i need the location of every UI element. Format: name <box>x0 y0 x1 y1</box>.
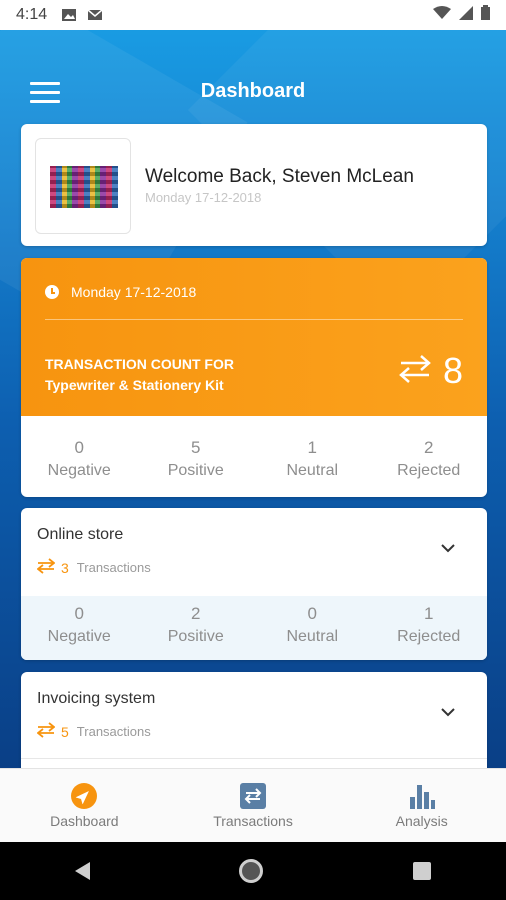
stat-positive: 5 Positive <box>138 438 255 480</box>
transaction-summary-card[interactable]: Monday 17-12-2018 TRANSACTION COUNT FOR … <box>21 258 487 497</box>
nav-label: Transactions <box>213 813 293 829</box>
stat-label: Rejected <box>397 628 461 645</box>
stat-label: Positive <box>167 628 224 645</box>
divider <box>45 319 463 320</box>
divider <box>21 758 487 759</box>
store-name: Invoicing system <box>37 690 156 707</box>
nav-dashboard[interactable]: Dashboard <box>0 769 169 843</box>
welcome-card: Welcome Back, Steven McLean Monday 17-12… <box>21 124 487 246</box>
summary-date: Monday 17-12-2018 <box>71 284 197 300</box>
store-transactions: 3 Transactions <box>36 558 151 577</box>
swap-icon <box>36 722 56 741</box>
transaction-count-title: TRANSACTION COUNT FOR <box>45 356 234 372</box>
avatar-image <box>50 166 118 208</box>
clock-icon <box>45 285 59 299</box>
product-name: Typewriter & Stationery Kit <box>45 377 224 393</box>
recent-apps-icon[interactable] <box>413 862 432 880</box>
system-navigation-bar <box>0 842 506 900</box>
compass-icon <box>71 783 98 809</box>
signal-icon <box>459 5 473 25</box>
store-stats: 0 Negative 2 Positive 0 Neutral 1 Reject… <box>21 596 487 660</box>
transaction-count-label: TRANSACTION COUNT FOR Typewriter & Stati… <box>45 354 234 396</box>
stat-value: 0 <box>307 604 317 623</box>
swap-icon <box>240 783 266 809</box>
status-bar: 4:14 <box>0 0 506 30</box>
welcome-date: Monday 17-12-2018 <box>145 190 262 205</box>
stat-rejected: 2 Rejected <box>371 438 488 480</box>
stat-value: 1 <box>424 604 434 623</box>
summary-stats: 0 Negative 5 Positive 1 Neutral 2 Reject… <box>21 438 487 480</box>
summary-header: Monday 17-12-2018 TRANSACTION COUNT FOR … <box>21 258 487 416</box>
avatar[interactable] <box>35 138 131 234</box>
nav-analysis[interactable]: Analysis <box>337 769 506 843</box>
chevron-down-icon[interactable] <box>441 540 455 553</box>
stat-label: Neutral <box>286 628 339 645</box>
stat-label: Positive <box>167 462 224 479</box>
bar-chart-icon <box>409 783 435 809</box>
gmail-icon <box>87 8 103 22</box>
status-time: 4:14 <box>16 6 48 23</box>
swap-icon <box>36 558 56 577</box>
stat-value: 2 <box>424 438 434 457</box>
transaction-count: 8 <box>399 350 463 392</box>
store-transaction-count: 3 <box>61 559 69 576</box>
stat-rejected: 1 Rejected <box>371 604 488 660</box>
wifi-icon <box>433 5 451 25</box>
stat-value: 0 <box>74 438 84 457</box>
stat-positive: 2 Positive <box>138 604 255 660</box>
stat-label: Negative <box>47 628 111 645</box>
nav-label: Dashboard <box>50 813 119 829</box>
bottom-navigation: Dashboard Transactions Analysis <box>0 768 506 843</box>
stat-value: 0 <box>74 604 84 623</box>
transaction-count-value: 8 <box>442 350 463 391</box>
nav-label: Analysis <box>395 813 448 829</box>
page-title: Dashboard <box>200 80 306 102</box>
stat-label: Rejected <box>397 462 461 479</box>
summary-date-row: Monday 17-12-2018 <box>45 284 196 300</box>
image-icon <box>61 8 77 22</box>
store-transactions: 5 Transactions <box>36 722 151 741</box>
store-name: Online store <box>37 526 124 543</box>
home-icon[interactable] <box>239 859 264 883</box>
stat-value: 5 <box>191 438 201 457</box>
swap-icon <box>399 354 431 389</box>
chevron-down-icon[interactable] <box>441 704 455 717</box>
stat-value: 1 <box>307 438 317 457</box>
store-transaction-label: Transactions <box>76 560 151 575</box>
welcome-message: Welcome Back, Steven McLean <box>145 166 414 187</box>
stat-negative: 0 Negative <box>21 604 138 660</box>
store-transaction-count: 5 <box>61 723 69 740</box>
stat-label: Negative <box>47 462 111 479</box>
battery-icon <box>481 5 490 25</box>
stat-label: Neutral <box>286 462 339 479</box>
stat-neutral: 0 Neutral <box>254 604 371 660</box>
app-bar: Dashboard <box>0 30 506 124</box>
back-icon[interactable] <box>74 862 90 880</box>
store-card-online-store[interactable]: Online store 3 Transactions 0 Negative 2… <box>21 508 487 660</box>
stat-neutral: 1 Neutral <box>254 438 371 480</box>
nav-transactions[interactable]: Transactions <box>169 769 338 843</box>
store-transaction-label: Transactions <box>76 724 151 739</box>
stat-value: 2 <box>191 604 201 623</box>
stat-negative: 0 Negative <box>21 438 138 480</box>
